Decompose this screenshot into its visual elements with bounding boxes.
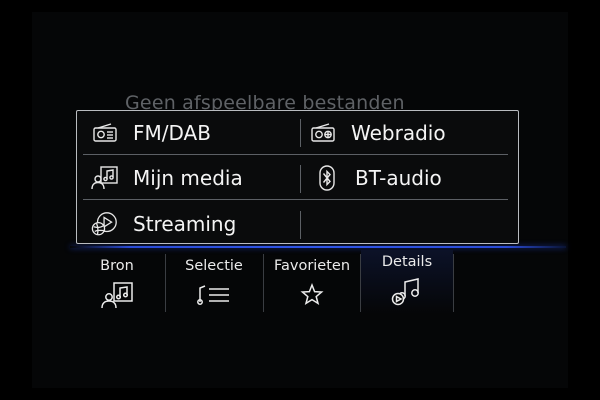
accent-line <box>70 246 566 248</box>
media-user-icon <box>91 166 119 190</box>
bluetooth-icon <box>313 165 341 191</box>
menu-divider <box>300 165 301 193</box>
tab-label: Bron <box>100 258 134 274</box>
tab-selectie[interactable]: Selectie <box>166 250 262 314</box>
music-note-icon <box>361 274 453 306</box>
menu-item-label: Webradio <box>351 121 446 145</box>
source-popup-menu: FM/DAB Webradio Mijn media BT-audio Stre… <box>76 110 519 244</box>
radio-icon <box>91 121 119 145</box>
menu-item-label: Streaming <box>133 212 237 236</box>
webradio-icon <box>309 121 337 145</box>
menu-item-streaming[interactable]: Streaming <box>91 202 236 246</box>
tab-details[interactable]: Details <box>361 250 453 314</box>
menu-item-label: Mijn media <box>133 166 243 190</box>
menu-item-webradio[interactable]: Webradio <box>309 111 446 155</box>
tab-separator <box>453 254 454 312</box>
tab-label: Favorieten <box>273 258 351 274</box>
tab-label: Details <box>381 254 433 270</box>
menu-item-fm-dab[interactable]: FM/DAB <box>91 111 211 155</box>
bottom-tab-bar: Bron Selectie Favorieten Details <box>70 250 460 314</box>
menu-item-bt-audio[interactable]: BT-audio <box>313 156 442 200</box>
menu-item-label: BT-audio <box>355 166 442 190</box>
menu-divider <box>300 211 301 239</box>
streaming-icon <box>91 212 119 236</box>
menu-item-label: FM/DAB <box>133 121 211 145</box>
tab-bron[interactable]: Bron <box>70 250 164 314</box>
tab-label: Selectie <box>185 258 243 274</box>
playlist-icon <box>166 280 262 310</box>
tab-favorieten[interactable]: Favorieten <box>264 250 360 314</box>
menu-item-mijn-media[interactable]: Mijn media <box>91 156 243 200</box>
media-source-icon <box>70 280 164 310</box>
menu-divider <box>300 119 301 147</box>
star-icon <box>264 280 360 310</box>
